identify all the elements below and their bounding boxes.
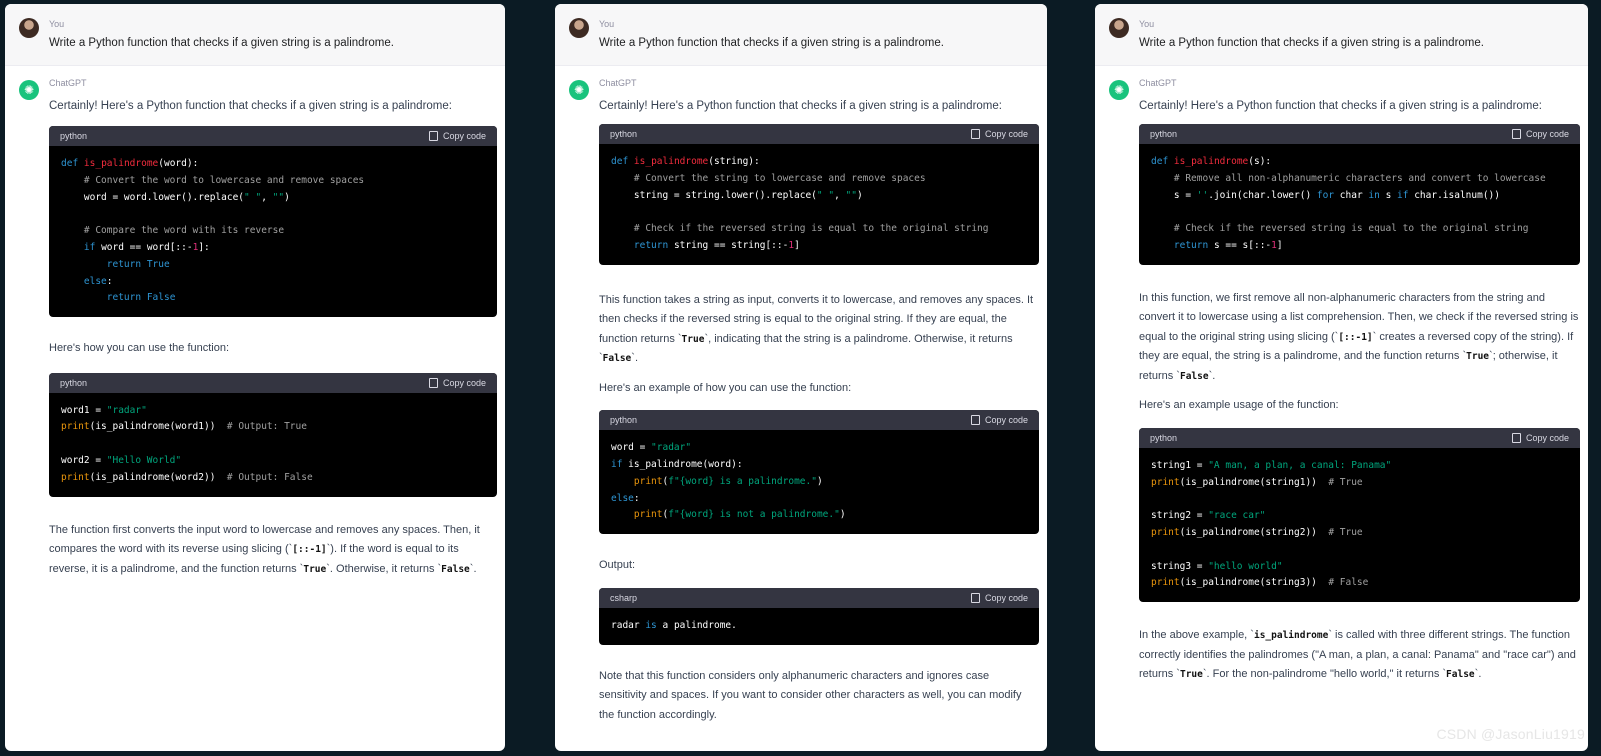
code-content: def is_palindrome(word): # Convert the w… bbox=[61, 158, 365, 304]
user-label: You bbox=[1139, 19, 1155, 29]
code-block: python Copy code def is_palindrome(strin… bbox=[599, 124, 1039, 265]
user-message-row: You Write a Python function that checks … bbox=[5, 4, 505, 66]
user-message-row: You Write a Python function that checks … bbox=[555, 4, 1047, 66]
clipboard-icon bbox=[970, 129, 980, 139]
user-avatar bbox=[19, 18, 39, 38]
assistant-message: ✺ ChatGPT Certainly! Here's a Python fun… bbox=[1095, 66, 1588, 685]
code-language: csharp bbox=[610, 592, 638, 603]
clipboard-icon bbox=[428, 131, 438, 141]
code-content: def is_palindrome(s): # Remove all non-a… bbox=[1151, 156, 1546, 251]
chat-panel-1: You Write a Python function that checks … bbox=[5, 4, 505, 751]
explanation-text: In this function, we first remove all no… bbox=[1139, 291, 1579, 382]
user-message: Write a Python function that checks if a… bbox=[599, 37, 944, 49]
copy-code-button[interactable]: Copy code bbox=[970, 129, 1028, 139]
code-header: python Copy code bbox=[599, 410, 1039, 431]
chatgpt-logo-icon: ✺ bbox=[569, 80, 589, 100]
assistant-label: ChatGPT bbox=[599, 78, 637, 88]
code-content: word1 = "radar" print(is_palindrome(word… bbox=[61, 404, 313, 483]
code-content: def is_palindrome(string): # Convert the… bbox=[611, 156, 989, 251]
code-language: python bbox=[1150, 432, 1178, 443]
chat-panel-3: You Write a Python function that checks … bbox=[1095, 4, 1588, 751]
assistant-intro: Certainly! Here's a Python function that… bbox=[599, 100, 1002, 112]
code-block: python Copy code word1 = "radar" print(i… bbox=[49, 372, 497, 497]
code-block: python Copy code string1 = "A man, a pla… bbox=[1139, 427, 1580, 603]
code-language: python bbox=[60, 131, 88, 141]
code-header: python Copy code bbox=[1139, 124, 1580, 144]
user-label: You bbox=[49, 19, 65, 29]
copy-code-button[interactable]: Copy code bbox=[970, 592, 1028, 603]
code-content: string1 = "A man, a plan, a canal: Panam… bbox=[1151, 459, 1392, 589]
assistant-message: ✺ ChatGPT Certainly! Here's a Python fun… bbox=[5, 66, 505, 579]
user-avatar bbox=[569, 18, 589, 38]
code-content: word = "radar" if is_palindrome(word): p… bbox=[611, 442, 846, 521]
user-avatar bbox=[1109, 18, 1129, 38]
usage-text: Here's an example of how you can use the… bbox=[599, 381, 852, 394]
code-language: python bbox=[60, 377, 88, 388]
chatgpt-logo-icon: ✺ bbox=[19, 80, 39, 100]
clipboard-icon bbox=[970, 415, 980, 426]
chat-panel-2: You Write a Python function that checks … bbox=[555, 4, 1047, 751]
clipboard-icon bbox=[1511, 432, 1521, 443]
assistant-message: ✺ ChatGPT Certainly! Here's a Python fun… bbox=[555, 66, 1047, 725]
copy-code-button[interactable]: Copy code bbox=[428, 377, 486, 388]
assistant-label: ChatGPT bbox=[1139, 78, 1177, 88]
copy-code-button[interactable]: Copy code bbox=[1511, 129, 1569, 139]
user-label: You bbox=[599, 19, 615, 29]
copy-code-button[interactable]: Copy code bbox=[1511, 432, 1569, 443]
final-explanation-text: In the above example, `is_palindrome` is… bbox=[1139, 629, 1576, 681]
user-message: Write a Python function that checks if a… bbox=[49, 37, 394, 49]
csdn-watermark: CSDN @JasonLiu1919 bbox=[1436, 726, 1585, 742]
code-block: python Copy code word = "radar" if is_pa… bbox=[599, 410, 1039, 535]
clipboard-icon bbox=[1511, 129, 1521, 139]
assistant-intro: Certainly! Here's a Python function that… bbox=[1139, 100, 1542, 112]
code-header: python Copy code bbox=[49, 372, 497, 393]
user-message: Write a Python function that checks if a… bbox=[1139, 37, 1484, 49]
code-header: csharp Copy code bbox=[599, 587, 1039, 608]
copy-code-button[interactable]: Copy code bbox=[970, 415, 1028, 426]
code-header: python Copy code bbox=[599, 124, 1039, 144]
assistant-label: ChatGPT bbox=[49, 78, 87, 88]
chatgpt-logo-icon: ✺ bbox=[1109, 80, 1129, 100]
copy-code-button[interactable]: Copy code bbox=[428, 131, 486, 141]
explanation-text: The function first converts the input wo… bbox=[49, 523, 480, 575]
code-header: python Copy code bbox=[1139, 427, 1580, 448]
assistant-intro: Certainly! Here's a Python function that… bbox=[49, 100, 452, 112]
code-block: python Copy code def is_palindrome(s): #… bbox=[1139, 124, 1580, 265]
clipboard-icon bbox=[970, 592, 980, 603]
user-message-row: You Write a Python function that checks … bbox=[1095, 4, 1588, 66]
code-block: csharp Copy code radar is a palindrome. bbox=[599, 587, 1039, 645]
explanation-text: This function takes a string as input, c… bbox=[599, 293, 1034, 365]
code-block: python Copy code def is_palindrome(word)… bbox=[49, 126, 497, 318]
usage-text: Here's an example usage of the function: bbox=[1139, 399, 1339, 412]
usage-text: Here's how you can use the function: bbox=[49, 342, 230, 355]
code-header: python Copy code bbox=[49, 126, 497, 146]
code-language: python bbox=[610, 415, 638, 426]
code-language: python bbox=[610, 129, 638, 139]
clipboard-icon bbox=[428, 377, 438, 388]
code-content: radar is a palindrome. bbox=[611, 619, 737, 631]
output-label: Output: bbox=[599, 559, 636, 572]
code-language: python bbox=[1150, 129, 1178, 139]
note-text: Note that this function considers only a… bbox=[599, 669, 1022, 721]
